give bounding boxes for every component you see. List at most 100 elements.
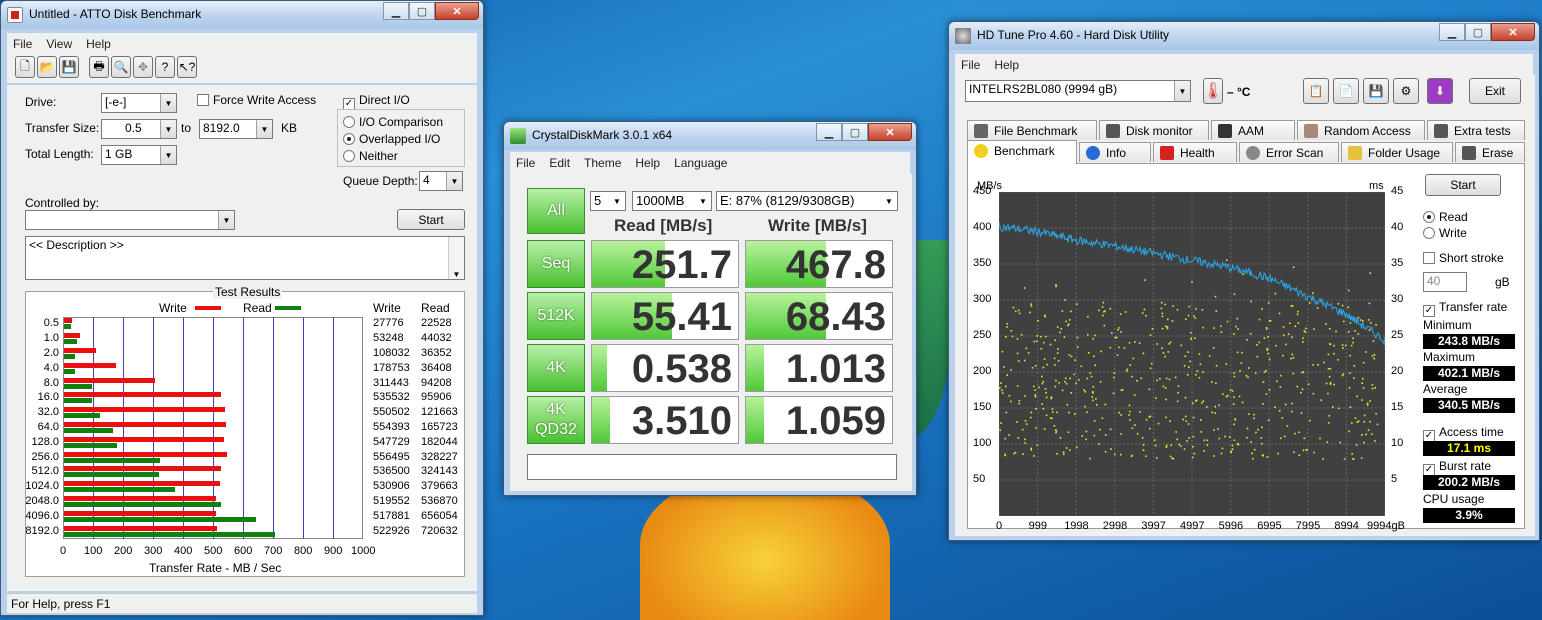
minimize-button[interactable]: ▁ (383, 2, 409, 20)
size-select[interactable]: 1000MB ▼ (632, 191, 712, 211)
y-left-tick: 150 (973, 401, 992, 413)
scrollbar[interactable]: ▼ (448, 237, 464, 279)
test-button-seq[interactable]: Seq (527, 240, 585, 288)
menu-theme[interactable]: Theme (584, 156, 621, 170)
hdtune-drive-select[interactable]: INTELRS2BL080 (9994 gB) ▼ (965, 80, 1191, 102)
tab-error-scan[interactable]: Error Scan (1239, 142, 1339, 162)
tab-benchmark[interactable]: Benchmark (967, 140, 1077, 164)
neither-radio[interactable]: Neither (343, 149, 398, 163)
drive-select[interactable]: E: 87% (8129/9308GB) ▼ (716, 191, 898, 211)
maximize-button[interactable]: ▢ (1465, 23, 1491, 41)
menu-file[interactable]: File (516, 156, 535, 170)
maximum-value: 402.1 MB/s (1423, 366, 1515, 381)
open-folder-icon[interactable]: 📂 (37, 56, 57, 78)
menu-file[interactable]: File (961, 58, 980, 72)
start-button[interactable]: Start (397, 209, 465, 230)
access-time-point (1110, 332, 1113, 334)
new-file-icon[interactable]: 🗋 (15, 56, 35, 78)
access-time-point (1282, 354, 1284, 357)
queue-depth-select[interactable]: 4 ▼ (419, 171, 463, 191)
tab-health[interactable]: Health (1153, 142, 1237, 162)
runs-select[interactable]: 5 ▼ (590, 191, 626, 211)
tab-file-benchmark[interactable]: File Benchmark (967, 120, 1097, 140)
menu-view[interactable]: View (46, 37, 72, 51)
short-stroke-input[interactable]: 40 (1423, 272, 1467, 292)
access-time-point (1104, 434, 1107, 436)
copy-text-icon[interactable]: 📄 (1333, 78, 1359, 104)
force-write-checkbox[interactable]: Force Write Access (197, 93, 316, 107)
access-time-point (1085, 430, 1088, 433)
read-bar (64, 383, 92, 389)
minimize-button[interactable]: ▁ (1439, 23, 1465, 41)
transfer-size-to-select[interactable]: 8192.0 ▼ (199, 119, 273, 139)
print-preview-icon[interactable]: 🔍 (111, 56, 131, 78)
menu-help[interactable]: Help (994, 58, 1019, 72)
access-time-point (1203, 439, 1206, 442)
category-label: 8192.0 (25, 524, 59, 537)
transfer-rate-checkbox[interactable]: ✓ Transfer rate (1423, 300, 1507, 317)
access-time-point (1074, 359, 1076, 361)
description-textarea[interactable]: << Description >> ▼ (25, 236, 465, 280)
tab-info[interactable]: Info (1079, 142, 1151, 162)
tab-random-access[interactable]: Random Access (1297, 120, 1425, 140)
options-icon[interactable]: ⚙ (1393, 78, 1419, 104)
maximize-button[interactable]: ▢ (409, 2, 435, 20)
access-time-checkbox[interactable]: ✓ Access time (1423, 425, 1504, 442)
test-button-4k-qd32[interactable]: 4K QD32 (527, 396, 585, 444)
menu-file[interactable]: File (13, 37, 32, 51)
controlled-by-select[interactable]: ▼ (25, 210, 235, 230)
write-header: Write [MB/s] (768, 216, 867, 235)
print-icon[interactable]: 🖶 (89, 56, 109, 78)
test-button-512k[interactable]: 512K (527, 292, 585, 340)
menu-help[interactable]: Help (635, 156, 660, 170)
hdtune-start-button[interactable]: Start (1425, 174, 1501, 196)
save-icon[interactable]: 💾 (1363, 78, 1389, 104)
read-bar (64, 457, 161, 463)
access-time-point (1042, 366, 1045, 369)
short-stroke-checkbox[interactable]: Short stroke (1423, 251, 1504, 265)
burst-rate-checkbox[interactable]: ✓ Burst rate (1423, 459, 1491, 476)
close-button[interactable]: ✕ (435, 2, 479, 20)
tab-disk-monitor[interactable]: Disk monitor (1099, 120, 1209, 140)
tab-extra-tests[interactable]: Extra tests (1427, 120, 1525, 140)
drive-select[interactable]: [-e-] ▼ (101, 93, 177, 113)
x-tick: 8994 (1334, 520, 1359, 532)
io-comparison-radio[interactable]: I/O Comparison (343, 115, 443, 129)
access-time-point (1186, 440, 1188, 442)
menu-language[interactable]: Language (674, 156, 727, 170)
health-cross-icon (1160, 146, 1174, 160)
comment-input[interactable] (527, 454, 897, 480)
test-button-4k[interactable]: 4K (527, 344, 585, 392)
direct-io-checkbox[interactable]: ✓ Direct I/O (343, 93, 410, 110)
transfer-size-from-select[interactable]: 0.5 ▼ (101, 119, 177, 139)
close-button[interactable]: ✕ (1491, 23, 1535, 41)
tab-folder-usage[interactable]: Folder Usage (1341, 142, 1453, 162)
read-radio[interactable]: Read (1423, 210, 1468, 224)
all-button[interactable]: All (527, 188, 585, 234)
tab-erase[interactable]: Erase (1455, 142, 1525, 162)
total-length-select[interactable]: 1 GB ▼ (101, 145, 177, 165)
access-time-point (1371, 384, 1374, 386)
access-time-point (1099, 428, 1101, 431)
help-icon[interactable]: ? (155, 56, 175, 78)
copy-icon[interactable]: 📋 (1303, 78, 1329, 104)
context-help-icon[interactable]: ↖? (177, 56, 197, 78)
download-icon[interactable]: ⬇ (1427, 78, 1453, 104)
exit-button[interactable]: Exit (1469, 78, 1521, 104)
read-result-fill (592, 345, 607, 391)
save-icon[interactable]: 💾 (59, 56, 79, 78)
access-time-point (1116, 354, 1119, 356)
menu-edit[interactable]: Edit (549, 156, 570, 170)
write-radio[interactable]: Write (1423, 226, 1467, 240)
maximize-button[interactable]: ▢ (842, 123, 868, 141)
read-value: 656054 (421, 509, 458, 522)
access-time-point (1201, 309, 1204, 311)
write-result-value: 68.43 (785, 295, 886, 339)
move-icon[interactable]: ✥ (133, 56, 153, 78)
close-button[interactable]: ✕ (868, 123, 912, 141)
overlapped-io-radio[interactable]: Overlapped I/O (343, 132, 440, 146)
menu-help[interactable]: Help (86, 37, 111, 51)
tab-aam[interactable]: AAM (1211, 120, 1295, 140)
minimize-button[interactable]: ▁ (816, 123, 842, 141)
access-time-point (1119, 313, 1122, 315)
